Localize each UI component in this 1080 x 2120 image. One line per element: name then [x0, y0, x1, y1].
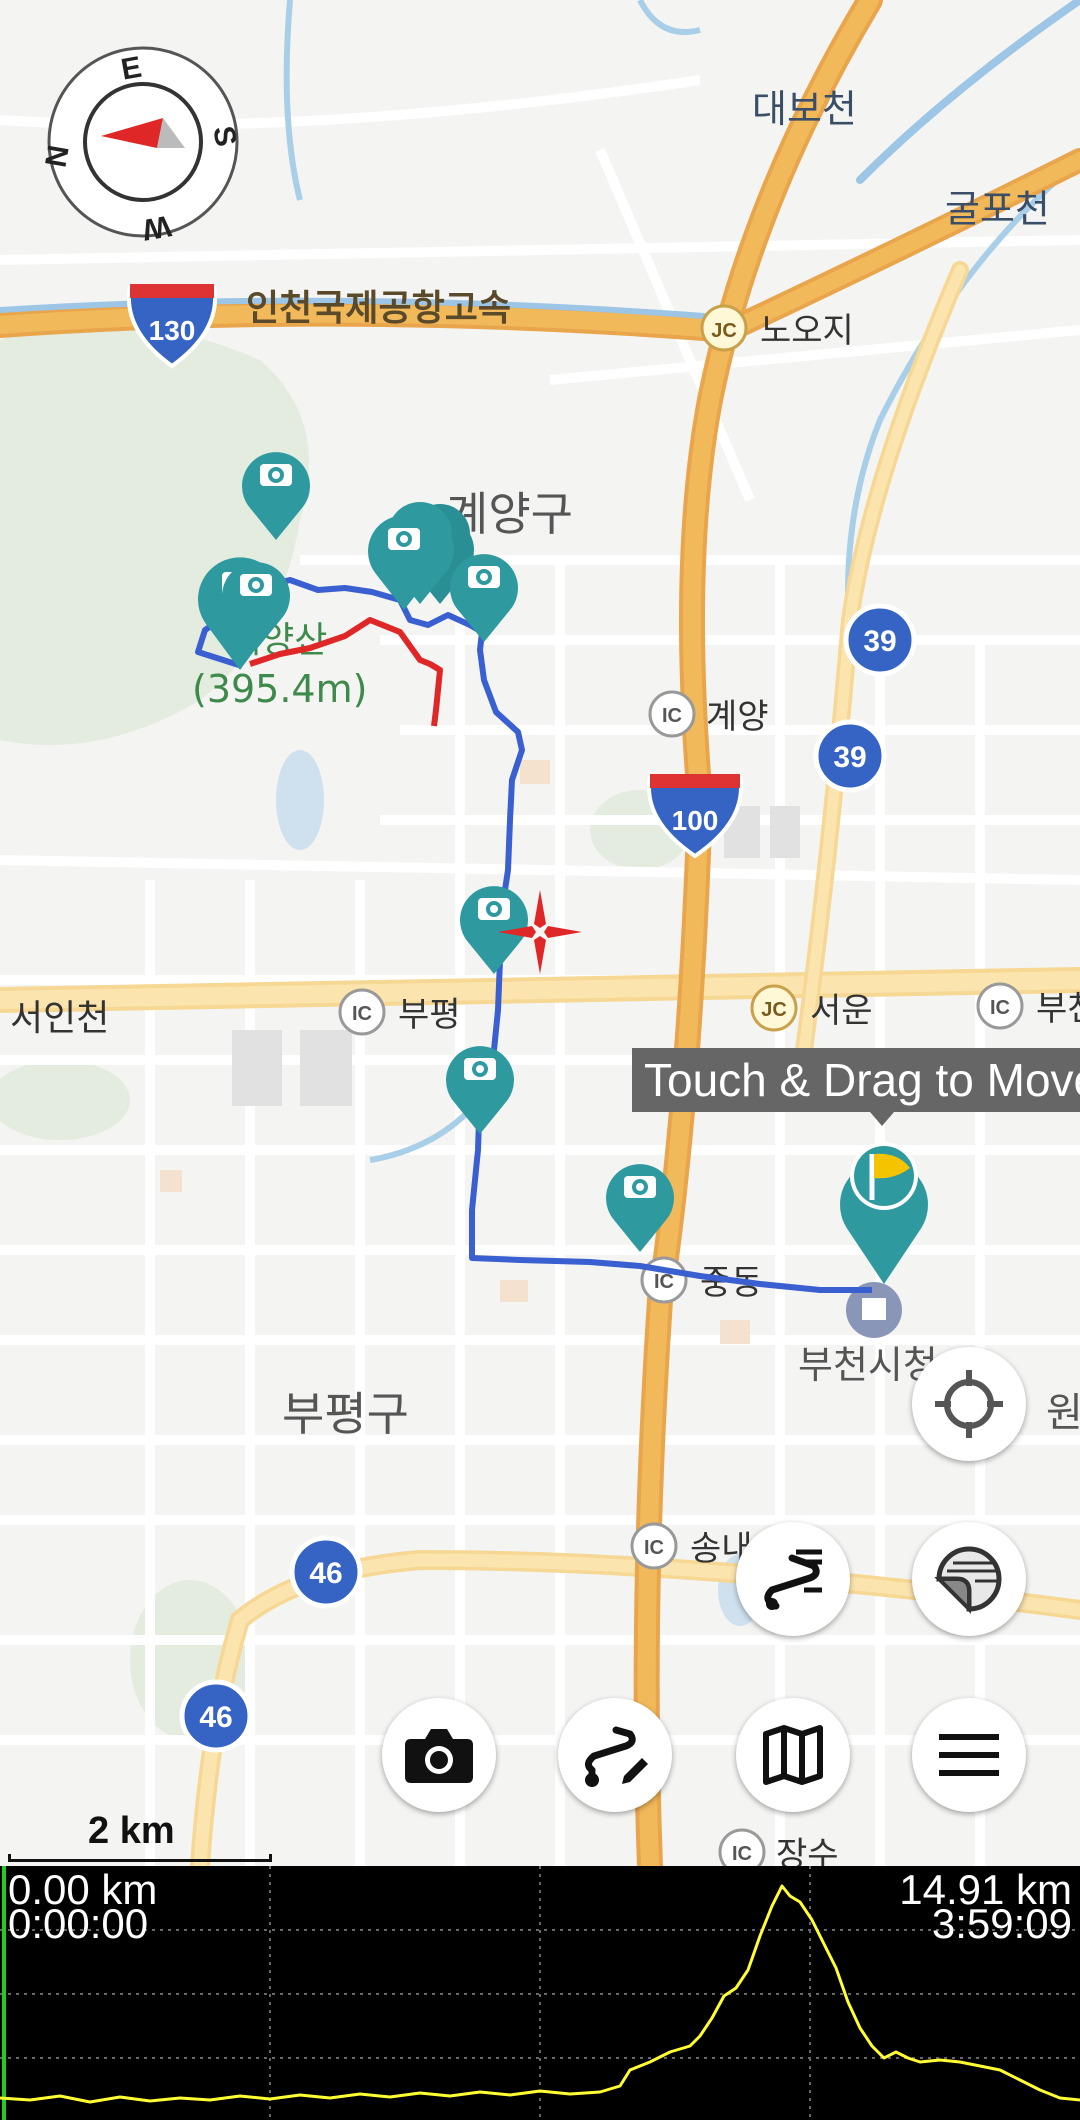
draw-route-icon — [585, 1726, 648, 1787]
route-shield-46: 46 — [179, 1679, 253, 1753]
svg-text:46: 46 — [309, 1557, 342, 1590]
end-time: 3:59:09 — [931, 1900, 1072, 1947]
place-label: 굴포천 — [945, 187, 1050, 231]
elevation-profile[interactable]: 0.00 km 0:00:00 14.91 km 3:59:09 — [0, 1866, 1080, 2120]
camera-button[interactable] — [382, 1698, 496, 1812]
place-label: 원 — [1046, 1390, 1080, 1436]
scale-bar-line — [8, 1854, 272, 1862]
route-shield-46: 46 — [289, 1535, 363, 1609]
svg-text:서운: 서운 — [810, 991, 873, 1031]
map-icon — [763, 1725, 823, 1785]
svg-text:JC: JC — [711, 320, 737, 342]
svg-text:IC: IC — [662, 705, 682, 727]
svg-text:노오지: 노오지 — [760, 311, 854, 351]
scale-bar: 2 km — [6, 1810, 274, 1866]
map-button[interactable] — [736, 1698, 850, 1812]
scale-label: 2 km — [88, 1810, 175, 1852]
district-label: 부평구 — [282, 1387, 409, 1441]
svg-text:IC: IC — [654, 1271, 674, 1293]
place-label: 서인천 — [10, 998, 109, 1039]
svg-text:부천: 부천 — [1036, 989, 1080, 1029]
menu-button[interactable] — [912, 1698, 1026, 1812]
mountain-elevation-label: (395.4m) — [192, 667, 367, 711]
svg-text:IC: IC — [352, 1003, 372, 1025]
place-label: 대보천 — [752, 87, 857, 131]
expressway-label: 인천국제공항고속 — [246, 288, 511, 329]
layers-button[interactable] — [912, 1522, 1026, 1636]
crosshair-icon — [935, 1370, 1003, 1438]
camera-icon — [405, 1729, 473, 1783]
start-time: 0:00:00 — [8, 1900, 149, 1947]
lake — [276, 750, 324, 850]
draw-route-button[interactable] — [558, 1698, 672, 1812]
svg-text:계양: 계양 — [706, 697, 769, 737]
svg-text:39: 39 — [863, 625, 896, 658]
svg-text:IC: IC — [644, 1537, 664, 1559]
svg-text:100: 100 — [672, 805, 719, 836]
junction-gyeyang: IC 계양 — [648, 690, 769, 738]
svg-text:장수: 장수 — [776, 1835, 839, 1866]
route-shield-39: 39 — [843, 603, 917, 677]
svg-text:46: 46 — [199, 1701, 232, 1734]
track-list-button[interactable] — [736, 1522, 850, 1636]
layers-icon — [934, 1546, 1002, 1614]
junction-bupyeong: IC 부평 — [338, 988, 461, 1036]
drag-hint-tooltip-tail — [870, 1112, 894, 1126]
junction-jangsu: IC 장수 — [718, 1828, 839, 1866]
locate-button[interactable] — [912, 1347, 1026, 1461]
svg-text:JC: JC — [761, 999, 787, 1021]
svg-text:IC: IC — [990, 997, 1010, 1019]
route-list-icon — [764, 1549, 822, 1610]
svg-text:부평: 부평 — [398, 995, 461, 1035]
junction-nooji: JC 노오지 — [700, 304, 854, 352]
route-shield-39: 39 — [813, 719, 887, 793]
junction-seoun: JC 서운 — [750, 984, 873, 1032]
svg-text:IC: IC — [732, 1843, 752, 1865]
drag-hint-tooltip: Touch & Drag to Move — [632, 1048, 1080, 1112]
menu-icon — [939, 1734, 999, 1776]
svg-text:130: 130 — [149, 315, 196, 346]
svg-text:39: 39 — [833, 741, 866, 774]
junction-songnae: IC 송내 — [630, 1522, 753, 1570]
